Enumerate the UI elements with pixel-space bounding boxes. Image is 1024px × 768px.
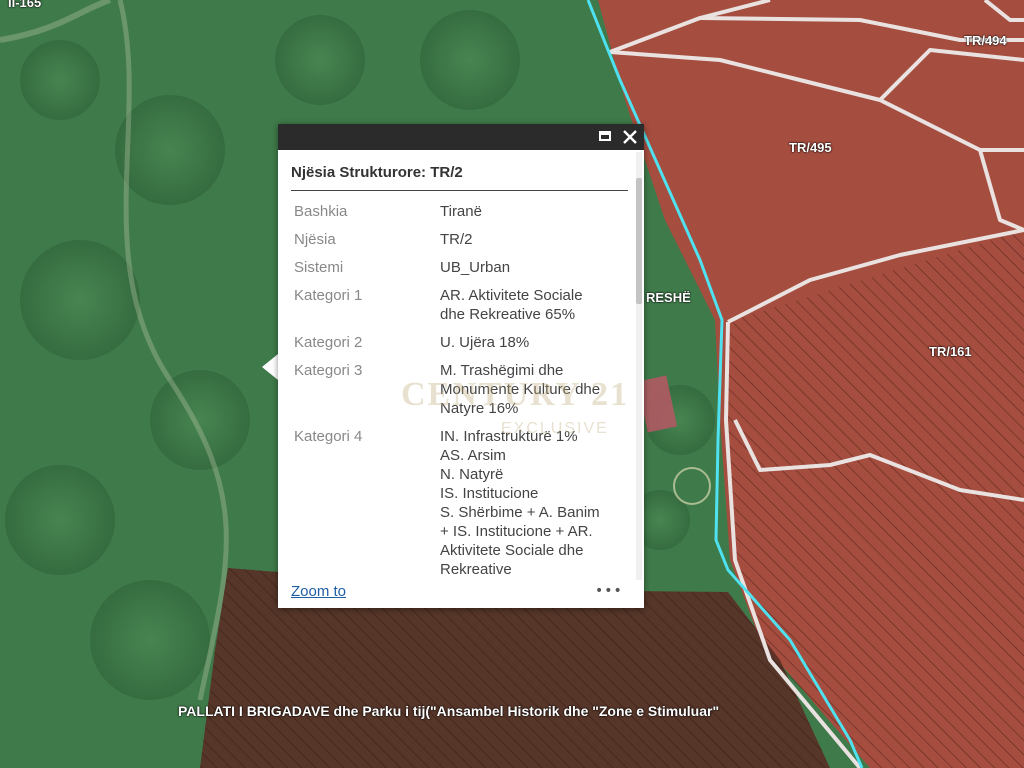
- popup-content[interactable]: Njësia Strukturore: TR/2 Bashkia Tiranë Nj…: [291, 150, 631, 580]
- scrollbar-thumb[interactable]: [636, 178, 642, 304]
- map-label-tr161: TR/161: [929, 344, 972, 359]
- attribute-table: Bashkia Tiranë Njësia TR/2 Sistemi UB_Urban Ka…: [294, 202, 624, 580]
- attribute-value-line: N. Natyrë: [440, 466, 504, 483]
- attribute-value-line: Rekreative: [440, 561, 512, 578]
- attribute-value-line: TR/2: [440, 231, 473, 248]
- attribute-key: Sistemi: [294, 259, 344, 276]
- attribute-key: Bashkia: [294, 203, 348, 220]
- attribute-value-line: S. Shërbime + A. Banim: [440, 504, 600, 521]
- attribute-key: Kategori 4: [294, 428, 363, 445]
- attribute-key: Kategori 2: [294, 334, 363, 351]
- attribute-value-line: U. Ujëra 18%: [440, 334, 530, 351]
- attribute-value-line: dhe Rekreative 65%: [440, 306, 576, 323]
- map-label-area-fragment: RESHË: [646, 290, 691, 305]
- attribute-row: Kategori 2 U. Ujëra 18%: [294, 333, 624, 352]
- attribute-value-line: Aktivitete Sociale dhe: [440, 542, 584, 559]
- maximize-icon[interactable]: [596, 127, 616, 147]
- popup-header: [278, 124, 644, 150]
- info-popup: Njësia Strukturore: TR/2 Bashkia Tiranë Nj…: [278, 124, 644, 608]
- attribute-value-line: IS. Institucione: [440, 485, 539, 502]
- map-label-fragment: II-165: [8, 0, 42, 10]
- attribute-value-line: AR. Aktivitete Sociale: [440, 287, 583, 304]
- attribute-row: Kategori 3 M. Trashëgimi dhe Monumente Kul…: [294, 361, 624, 418]
- popup-scrollbar[interactable]: [636, 152, 642, 580]
- attribute-value-line: IN. Infrastrukturë 1%: [440, 428, 578, 445]
- attribute-row: Kategori 4 IN. Infrastrukturë 1% AS. Arsim…: [294, 427, 624, 579]
- more-actions-button[interactable]: •••: [595, 583, 623, 599]
- title-divider: [291, 190, 628, 191]
- close-icon[interactable]: [620, 127, 640, 147]
- attribute-row: Njësia TR/2: [294, 230, 624, 249]
- attribute-value: M. Trashëgimi dhe Monumente Kulture dhe Na…: [440, 361, 624, 418]
- zoom-to-link[interactable]: Zoom to: [291, 583, 346, 600]
- attribute-key: Kategori 3: [294, 362, 363, 379]
- attribute-row: Bashkia Tiranë: [294, 202, 624, 221]
- popup-footer: Zoom to •••: [291, 582, 631, 602]
- attribute-value-line: UB_Urban: [440, 259, 511, 276]
- attribute-value-line: AS. Arsim: [440, 447, 506, 464]
- attribute-value: U. Ujëra 18%: [440, 333, 624, 352]
- attribute-row: Sistemi UB_Urban: [294, 258, 624, 277]
- attribute-value: TR/2: [440, 230, 624, 249]
- attribute-value: AR. Aktivitete Sociale dhe Rekreative 65%: [440, 286, 624, 324]
- attribute-value: IN. Infrastrukturë 1% AS. Arsim N. Natyrë I…: [440, 427, 624, 579]
- map-label-tr494: TR/494: [964, 33, 1007, 48]
- map-label-historic-zone: PALLATI I BRIGADAVE dhe Parku i tij("Ans…: [178, 703, 720, 719]
- attribute-value-line: M. Trashëgimi dhe: [440, 362, 564, 379]
- popup-title: Njësia Strukturore: TR/2: [291, 164, 463, 181]
- attribute-key: Njësia: [294, 231, 336, 248]
- attribute-value: Tiranë: [440, 202, 624, 221]
- map-label-tr495: TR/495: [789, 140, 832, 155]
- attribute-value-line: Natyre 16%: [440, 400, 519, 417]
- attribute-value: UB_Urban: [440, 258, 624, 277]
- popup-pointer: [262, 354, 278, 380]
- attribute-value-line: Tiranë: [440, 203, 482, 220]
- attribute-key: Kategori 1: [294, 287, 363, 304]
- attribute-row: Kategori 1 AR. Aktivitete Sociale dhe Rekr…: [294, 286, 624, 324]
- attribute-value-line: + IS. Institucione + AR.: [440, 523, 593, 540]
- attribute-value-line: Monumente Kulture dhe: [440, 381, 601, 398]
